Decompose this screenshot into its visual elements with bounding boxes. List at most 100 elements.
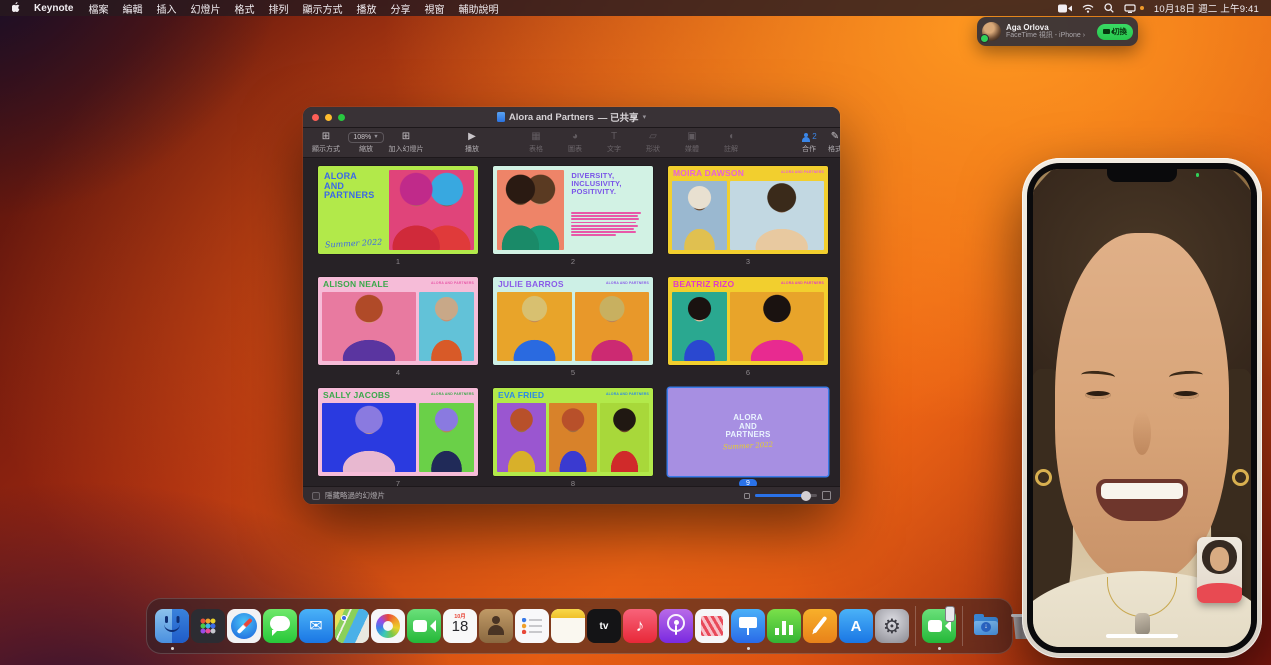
dock-tv-icon[interactable]: tv bbox=[587, 609, 621, 643]
small-thumbnails-icon bbox=[744, 493, 750, 499]
home-indicator[interactable] bbox=[1106, 634, 1178, 638]
dock-facetime-icon[interactable] bbox=[407, 609, 441, 643]
slide-photo bbox=[600, 403, 649, 472]
slide-thumbnail-9[interactable]: ALORA AND PARTNERSSummer 2022 bbox=[668, 388, 828, 476]
pendant bbox=[1135, 613, 1150, 635]
slide-thumbnail-1[interactable]: ALORA AND PARTNERSSummer 2022 bbox=[318, 166, 478, 254]
dock-messages-icon[interactable] bbox=[263, 609, 297, 643]
facetime-notification[interactable]: Aga Orlova FaceTime 視訊 - iPhone › 切換 bbox=[977, 17, 1138, 46]
collaborate-button[interactable]: 2 合作 bbox=[796, 131, 822, 154]
slide-thumbnail-5[interactable]: JULIE BARROSALORA AND PARTNERS bbox=[493, 277, 653, 365]
collaborate-person-icon bbox=[801, 133, 810, 142]
toolbar-圖表[interactable]: ◕圖表 bbox=[562, 131, 588, 154]
dock-podcasts-icon[interactable] bbox=[659, 609, 693, 643]
menu-檔案[interactable]: 檔案 bbox=[81, 1, 115, 16]
minimize-button[interactable] bbox=[325, 114, 332, 121]
apple-menu-icon[interactable] bbox=[12, 2, 22, 14]
slide-thumbnail-7[interactable]: SALLY JACOBSALORA AND PARTNERS bbox=[318, 388, 478, 476]
menu-插入[interactable]: 插入 bbox=[149, 1, 183, 16]
dock-appstore-icon[interactable]: A bbox=[839, 609, 873, 643]
dock-reminders-icon[interactable] bbox=[515, 609, 549, 643]
facetime-pip[interactable] bbox=[1197, 537, 1242, 603]
menu-app-name[interactable]: Keynote bbox=[26, 3, 81, 14]
search-icon[interactable] bbox=[1104, 3, 1114, 13]
dock-settings-icon[interactable]: ⚙ bbox=[875, 609, 909, 643]
menu-輔助說明[interactable]: 輔助說明 bbox=[451, 1, 505, 16]
dock-pages-icon[interactable] bbox=[803, 609, 837, 643]
facetime-badge-icon bbox=[980, 34, 989, 43]
recording-indicator-dot bbox=[1140, 6, 1144, 10]
menu-排列[interactable]: 排列 bbox=[261, 1, 295, 16]
iphone-notch bbox=[1107, 169, 1177, 182]
close-button[interactable] bbox=[312, 114, 319, 121]
dock-launchpad-icon[interactable] bbox=[191, 609, 225, 643]
slide-number: 7 bbox=[318, 476, 478, 486]
switch-call-button[interactable]: 切換 bbox=[1097, 24, 1133, 40]
dock-calendar-icon[interactable]: 10月18 bbox=[443, 609, 477, 643]
menu-格式[interactable]: 格式 bbox=[227, 1, 261, 16]
dock-contacts-icon[interactable] bbox=[479, 609, 513, 643]
video-camera-icon[interactable] bbox=[1058, 4, 1072, 13]
toolbar-形狀[interactable]: ▱形狀 bbox=[640, 131, 666, 154]
hide-skipped-checkbox[interactable] bbox=[312, 492, 320, 500]
thumbnail-size-slider[interactable] bbox=[755, 494, 817, 497]
menu-顯示方式[interactable]: 顯示方式 bbox=[295, 1, 349, 16]
menu-編輯[interactable]: 編輯 bbox=[115, 1, 149, 16]
hide-skipped-label: 隱藏略過的幻燈片 bbox=[325, 490, 385, 501]
dock-notes-icon[interactable] bbox=[551, 609, 585, 643]
slide-cell: MOIRA DAWSONALORA AND PARTNERS3 bbox=[668, 166, 828, 269]
slide-thumbnail-4[interactable]: ALISON NEALEALORA AND PARTNERS bbox=[318, 277, 478, 365]
call-source: FaceTime 視訊 - iPhone › bbox=[1006, 32, 1097, 40]
menu-bar-clock[interactable]: 10月18日 週二 上午9:41 bbox=[1154, 1, 1259, 15]
menu-視窗[interactable]: 視窗 bbox=[417, 1, 451, 16]
play-button[interactable]: ▶ 播放 bbox=[459, 131, 485, 154]
toolbar-媒體[interactable]: ▣媒體 bbox=[679, 131, 705, 154]
slide-number: 4 bbox=[318, 365, 478, 380]
zoom-control[interactable]: 108%▼ 縮放 bbox=[353, 132, 379, 154]
slide-photo bbox=[672, 181, 727, 250]
play-icon: ▶ bbox=[468, 131, 476, 143]
dock-maps-icon[interactable] bbox=[335, 609, 369, 643]
dock-safari-icon[interactable] bbox=[227, 609, 261, 643]
view-button[interactable]: ⊞ 顯示方式 bbox=[313, 131, 339, 154]
slide-photo bbox=[575, 292, 650, 361]
slide-cell: BEATRIZ RIZOALORA AND PARTNERS6 bbox=[668, 277, 828, 380]
slide-thumbnail-3[interactable]: MOIRA DAWSONALORA AND PARTNERS bbox=[668, 166, 828, 254]
shared-badge: — 已共享 bbox=[598, 110, 639, 124]
toolbar-文字[interactable]: T文字 bbox=[601, 131, 627, 154]
dock-facetime-iphone-icon[interactable] bbox=[922, 609, 956, 643]
dock-numbers-icon[interactable] bbox=[767, 609, 801, 643]
dock-mail-icon[interactable]: ✉ bbox=[299, 609, 333, 643]
title-chevron-icon[interactable]: ▾ bbox=[643, 113, 647, 121]
dock: ✉ 10月18 tv♪ A⚙ ↓ bbox=[146, 598, 1013, 654]
title-bar[interactable]: Alora and Partners — 已共享 ▾ bbox=[303, 107, 840, 128]
slide-cell: SALLY JACOBSALORA AND PARTNERS7 bbox=[318, 388, 478, 486]
wifi-icon[interactable] bbox=[1082, 4, 1094, 13]
facetime-remote-video bbox=[1033, 169, 1251, 647]
slide-photo bbox=[322, 292, 416, 361]
caller-face bbox=[1055, 233, 1229, 581]
dock-photos-icon[interactable] bbox=[371, 609, 405, 643]
slide-thumbnail-6[interactable]: BEATRIZ RIZOALORA AND PARTNERS bbox=[668, 277, 828, 365]
slide-body-text bbox=[571, 212, 645, 238]
zoom-button[interactable] bbox=[338, 114, 345, 121]
dock-music-icon[interactable]: ♪ bbox=[623, 609, 657, 643]
menu-幻燈片[interactable]: 幻燈片 bbox=[183, 1, 227, 16]
dock-keynote-icon[interactable] bbox=[731, 609, 765, 643]
slide-number: 6 bbox=[668, 365, 828, 380]
dock-finder-icon[interactable] bbox=[155, 609, 189, 643]
slide-photo bbox=[730, 292, 824, 361]
menu-播放[interactable]: 播放 bbox=[349, 1, 383, 16]
add-slide-button[interactable]: ⊞ 加入幻燈片 bbox=[393, 131, 419, 154]
menu-分享[interactable]: 分享 bbox=[383, 1, 417, 16]
slider-knob[interactable] bbox=[801, 491, 811, 501]
dock-news-icon[interactable] bbox=[695, 609, 729, 643]
slide-cell: EVA FRIEDALORA AND PARTNERS8 bbox=[493, 388, 653, 486]
toolbar-表格[interactable]: ▦表格 bbox=[523, 131, 549, 154]
dock-downloads-icon[interactable]: ↓ bbox=[969, 609, 1003, 643]
toolbar-格式[interactable]: ✎格式 bbox=[822, 131, 840, 154]
slide-thumbnail-2[interactable]: DIVERSITY, INCLUSIVITY, POSITIVITY. bbox=[493, 166, 653, 254]
toolbar-註解[interactable]: ◖註解 bbox=[718, 131, 744, 154]
slide-thumbnail-8[interactable]: EVA FRIEDALORA AND PARTNERS bbox=[493, 388, 653, 476]
display-icon[interactable] bbox=[1124, 4, 1136, 13]
